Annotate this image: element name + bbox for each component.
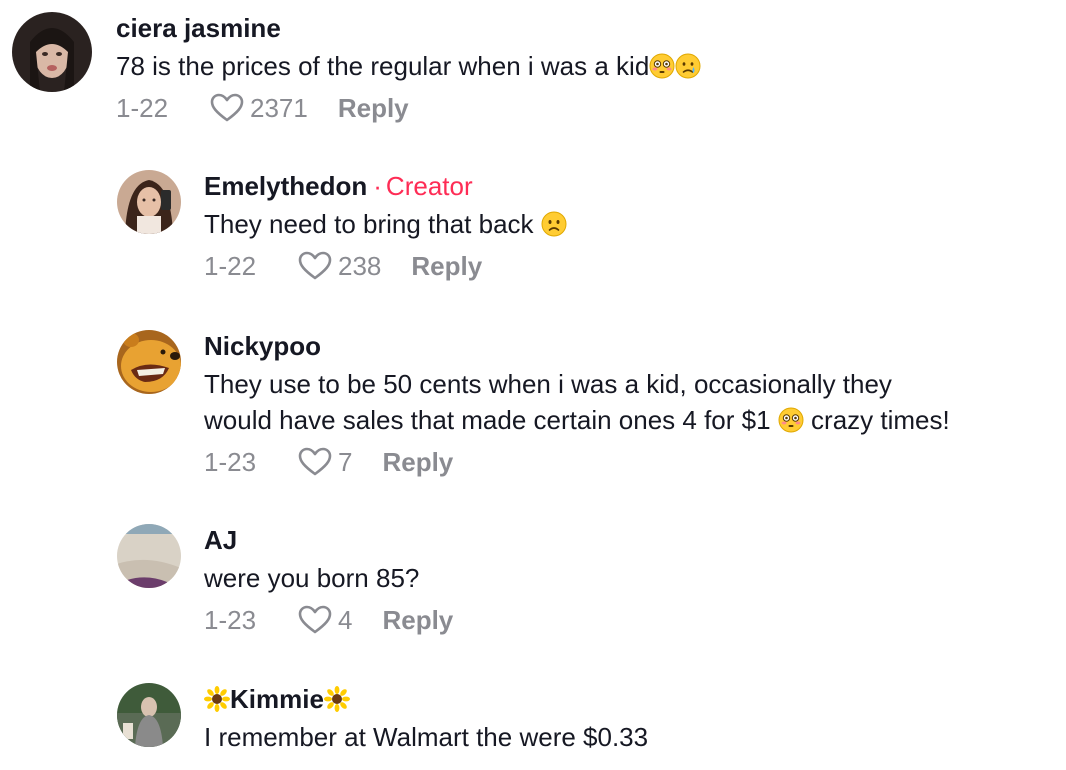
comment-meta: 1-23 4 Reply bbox=[204, 600, 1054, 640]
comment-text-body: They need to bring that back bbox=[204, 209, 534, 239]
reply-button[interactable]: Reply bbox=[338, 93, 409, 124]
comment-text: were you born 85? bbox=[204, 563, 420, 593]
comment-text: They need to bring that back bbox=[204, 206, 1054, 242]
comment-item: Emelythedon · Creator They need to bring t… bbox=[117, 170, 1054, 286]
sunflower-icon bbox=[204, 686, 230, 712]
comment-username[interactable]: ciera jasmine bbox=[116, 12, 1016, 44]
avatar[interactable] bbox=[117, 170, 181, 234]
comment-meta: 1-22 2371 Reply bbox=[116, 88, 1016, 128]
like-count: 7 bbox=[338, 446, 353, 477]
heart-icon bbox=[210, 93, 244, 122]
heart-icon bbox=[298, 447, 332, 476]
comment-date: 1-22 bbox=[116, 92, 169, 123]
comment-text-body: 78 is the prices of the regular when i w… bbox=[116, 51, 650, 81]
like-button[interactable]: 238 bbox=[298, 251, 381, 282]
comment-text: I remember at Walmart the were $0.33 bbox=[204, 722, 649, 752]
frowning-face-icon bbox=[541, 211, 567, 237]
comment-username-row[interactable]: Kimmie bbox=[204, 683, 1054, 715]
comment-text-line: would have sales that made certain ones … bbox=[204, 402, 1054, 438]
comment-date: 1-22 bbox=[204, 250, 257, 281]
comment-text-line: They use to be 50 cents when i was a kid… bbox=[204, 369, 892, 399]
comment-item: AJ were you born 85? 1-23 4 Reply bbox=[117, 524, 1054, 640]
comment-username[interactable]: Nickypoo bbox=[204, 330, 1054, 362]
avatar[interactable] bbox=[117, 330, 181, 394]
badge-separator: · bbox=[373, 171, 382, 201]
comment-text: They use to be 50 cents when i was a kid… bbox=[204, 366, 1054, 438]
flushed-face-icon bbox=[778, 407, 804, 433]
reply-button[interactable]: Reply bbox=[411, 251, 482, 282]
flushed-face-icon bbox=[649, 53, 675, 79]
avatar[interactable] bbox=[117, 524, 181, 588]
comment-date: 1-23 bbox=[204, 604, 257, 635]
comment-meta: 1-23 7 Reply bbox=[204, 442, 1054, 482]
like-button[interactable]: 2371 bbox=[210, 93, 308, 124]
comment-text: 78 is the prices of the regular when i w… bbox=[116, 48, 1016, 84]
comment-item: ciera jasmine 78 is the prices of the re… bbox=[12, 12, 1016, 128]
heart-icon bbox=[298, 605, 332, 634]
comment-text-body: would have sales that made certain ones … bbox=[204, 405, 771, 435]
like-button[interactable]: 7 bbox=[298, 447, 352, 478]
reply-button[interactable]: Reply bbox=[382, 447, 453, 478]
like-button[interactable]: 4 bbox=[298, 605, 352, 636]
like-count: 4 bbox=[338, 604, 353, 635]
heart-icon bbox=[298, 251, 332, 280]
sunflower-icon bbox=[323, 686, 350, 712]
like-count: 238 bbox=[338, 250, 382, 281]
avatar[interactable] bbox=[117, 683, 181, 747]
comment-meta: 1-22 238 Reply bbox=[204, 246, 1054, 286]
comment-item: Nickypoo They use to be 50 cents when i … bbox=[117, 330, 1054, 482]
comment-username-row: Emelythedon · Creator bbox=[204, 170, 1054, 202]
comment-date: 1-23 bbox=[204, 446, 257, 477]
comment-username[interactable]: Emelythedon bbox=[204, 171, 367, 201]
comment-text-body: crazy times! bbox=[811, 405, 950, 435]
comment-username[interactable]: AJ bbox=[204, 524, 1054, 556]
comment-item: Kimmie I remember at Walmart the were $0… bbox=[117, 683, 1054, 755]
like-count: 2371 bbox=[250, 92, 308, 123]
creator-badge: Creator bbox=[385, 171, 473, 201]
reply-button[interactable]: Reply bbox=[382, 605, 453, 636]
comment-username[interactable]: Kimmie bbox=[230, 684, 324, 714]
crying-face-icon bbox=[675, 53, 701, 79]
avatar[interactable] bbox=[12, 12, 92, 92]
